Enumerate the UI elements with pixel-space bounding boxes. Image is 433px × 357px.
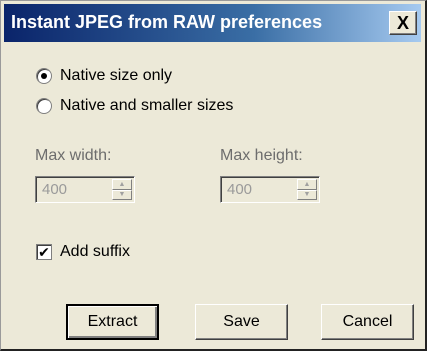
arrow-up-icon: ▲ xyxy=(118,180,126,188)
add-suffix-option[interactable]: ✔ Add suffix xyxy=(36,243,130,261)
extract-button[interactable]: Extract xyxy=(66,304,159,340)
checkmark-icon: ✔ xyxy=(38,244,50,260)
add-suffix-checkbox[interactable]: ✔ xyxy=(36,244,52,260)
arrow-up-icon: ▲ xyxy=(303,180,311,188)
close-icon: X xyxy=(396,13,409,33)
max-width-label: Max width: xyxy=(35,147,112,164)
max-width-value: 400 xyxy=(42,181,68,198)
max-height-label: Max height: xyxy=(220,147,303,164)
save-button[interactable]: Save xyxy=(195,304,288,340)
max-width-down-button[interactable]: ▼ xyxy=(112,189,132,200)
radio-native-size-only[interactable]: Native size only xyxy=(36,67,172,85)
radio-label-native-size-only: Native size only xyxy=(60,67,173,84)
arrow-down-icon: ▼ xyxy=(303,191,311,199)
window-title: Instant JPEG from RAW preferences xyxy=(11,12,323,32)
add-suffix-label: Add suffix xyxy=(60,243,130,260)
close-button[interactable]: X xyxy=(389,11,417,35)
radio-native-and-smaller-sizes[interactable]: Native and smaller sizes xyxy=(36,97,233,115)
max-height-down-button[interactable]: ▼ xyxy=(297,189,317,200)
arrow-down-icon: ▼ xyxy=(118,191,126,199)
preferences-dialog: Instant JPEG from RAW preferences X Nati… xyxy=(0,0,427,351)
title-bar[interactable]: Instant JPEG from RAW preferences X xyxy=(4,4,421,42)
max-height-value: 400 xyxy=(227,181,253,198)
radio-label-native-and-smaller: Native and smaller sizes xyxy=(60,97,234,114)
radio-button-unchecked[interactable] xyxy=(36,98,52,114)
max-width-spinner[interactable]: 400 ▲ ▼ xyxy=(35,176,135,203)
radio-button-checked[interactable] xyxy=(36,68,52,84)
max-height-spinner[interactable]: 400 ▲ ▼ xyxy=(220,176,320,203)
cancel-button[interactable]: Cancel xyxy=(321,304,414,340)
max-height-up-button[interactable]: ▲ xyxy=(297,179,317,190)
max-width-up-button[interactable]: ▲ xyxy=(112,179,132,190)
